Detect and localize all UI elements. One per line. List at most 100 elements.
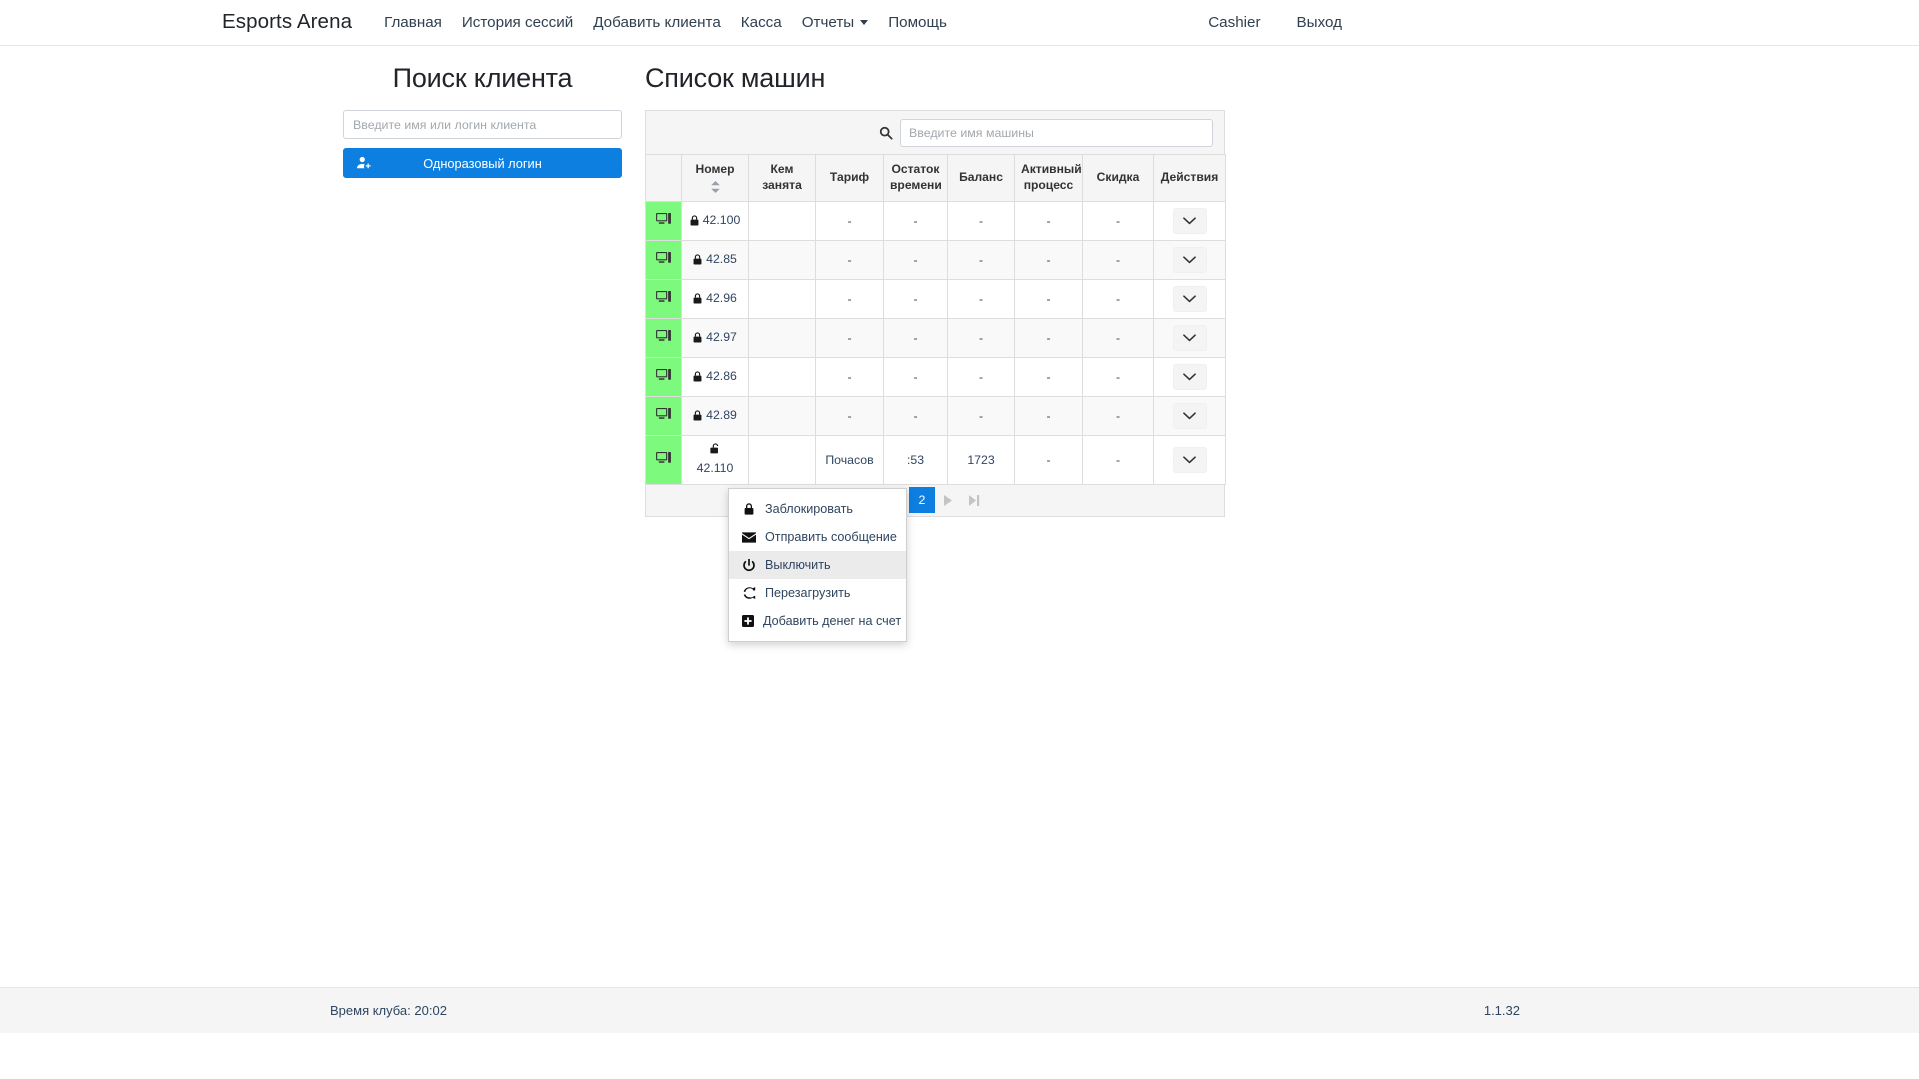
desktop-icon	[656, 454, 671, 468]
nav-links: Главная История сессий Добавить клиента …	[374, 15, 957, 30]
row-time-cell: -	[884, 201, 948, 240]
row-status-cell	[646, 357, 682, 396]
row-actions-cell	[1154, 435, 1226, 484]
row-actions-button[interactable]	[1173, 364, 1207, 390]
lock-closed-icon	[693, 254, 702, 265]
machine-search-input[interactable]	[900, 119, 1213, 147]
nav-link-session-history[interactable]: История сессий	[452, 15, 583, 30]
nav-logout-link[interactable]: Выход	[1287, 15, 1352, 30]
row-actions-button[interactable]	[1173, 286, 1207, 312]
nav-link-home[interactable]: Главная	[374, 15, 452, 30]
club-time-label: Время клуба: 20:02	[330, 1003, 447, 1018]
row-actions-button[interactable]	[1173, 403, 1207, 429]
nav-link-add-client[interactable]: Добавить клиента	[583, 15, 731, 30]
table-row[interactable]: 42.100 - - - - -	[646, 201, 1226, 240]
nav-link-help-label: Помощь	[888, 14, 947, 31]
nav-link-reports[interactable]: Отчеты	[792, 15, 879, 30]
col-number-label: Номер	[695, 162, 734, 176]
row-actions-button[interactable]	[1173, 208, 1207, 234]
lock-closed-icon	[690, 215, 699, 226]
row-number-label: 42.110	[688, 460, 742, 478]
row-balance-cell: 1723	[948, 435, 1015, 484]
table-row[interactable]: 42.110 Почасов :53 1723 - -	[646, 435, 1226, 484]
context-menu-item-shutdown-label: Выключить	[765, 558, 831, 572]
row-actions-cell	[1154, 318, 1226, 357]
row-process-cell: -	[1015, 357, 1083, 396]
col-number[interactable]: Номер	[682, 155, 749, 202]
brand-logo[interactable]: Esports Arena	[222, 12, 352, 33]
row-number-label: 42.86	[706, 369, 737, 383]
machine-list-panel: Список машин Номер	[645, 63, 1225, 517]
top-navbar: Esports Arena Главная История сессий Доб…	[0, 0, 1919, 46]
row-number-cell: 42.97	[682, 318, 749, 357]
context-menu-item-send-message[interactable]: Отправить сообщение	[729, 523, 906, 551]
row-status-cell	[646, 201, 682, 240]
nav-link-session-history-label: История сессий	[462, 14, 573, 31]
row-process-cell: -	[1015, 279, 1083, 318]
row-actions-button[interactable]	[1173, 447, 1207, 473]
col-who: Кем занята	[749, 155, 816, 202]
pagination-page-2[interactable]: 2	[909, 487, 935, 513]
context-menu-item-reboot[interactable]: Перезагрузить	[729, 579, 906, 607]
nav-link-home-label: Главная	[384, 14, 442, 31]
search-icon[interactable]	[879, 126, 893, 140]
table-row[interactable]: 42.96 - - - - -	[646, 279, 1226, 318]
client-search-input[interactable]	[343, 110, 622, 139]
row-actions-cell	[1154, 357, 1226, 396]
one-time-login-button[interactable]: Одноразовый логин	[343, 148, 622, 178]
row-time-cell: :53	[884, 435, 948, 484]
lock-closed-icon	[742, 503, 756, 515]
desktop-icon	[656, 332, 671, 346]
refresh-icon	[742, 587, 756, 599]
pagination-next-button[interactable]	[935, 487, 961, 513]
nav-link-cashbox[interactable]: Касса	[731, 15, 792, 30]
row-process-cell: -	[1015, 240, 1083, 279]
context-menu-item-block[interactable]: Заблокировать	[729, 495, 906, 523]
row-discount-cell: -	[1083, 318, 1154, 357]
row-number-label: 42.100	[703, 213, 741, 227]
machine-list-title: Список машин	[645, 63, 1225, 94]
table-row[interactable]: 42.85 - - - - -	[646, 240, 1226, 279]
row-actions-button[interactable]	[1173, 247, 1207, 273]
row-status-cell	[646, 435, 682, 484]
context-menu-item-add-money[interactable]: Добавить денег на счет	[729, 607, 906, 635]
context-menu-item-shutdown[interactable]: Выключить	[729, 551, 906, 579]
chevron-down-icon	[1183, 412, 1196, 420]
row-tarif-cell: Почасов	[816, 435, 884, 484]
nav-link-add-client-label: Добавить клиента	[593, 14, 721, 31]
row-discount-cell: -	[1083, 279, 1154, 318]
row-process-cell: -	[1015, 201, 1083, 240]
col-actions: Действия	[1154, 155, 1226, 202]
row-who-cell	[749, 240, 816, 279]
lock-closed-icon	[693, 371, 702, 382]
machines-table-body: 42.100 - - - - -	[646, 201, 1226, 484]
nav-link-help[interactable]: Помощь	[878, 15, 957, 30]
row-discount-cell: -	[1083, 357, 1154, 396]
row-balance-cell: -	[948, 357, 1015, 396]
row-actions-cell	[1154, 240, 1226, 279]
table-row[interactable]: 42.97 - - - - -	[646, 318, 1226, 357]
row-tarif-cell: -	[816, 240, 884, 279]
table-row[interactable]: 42.89 - - - - -	[646, 396, 1226, 435]
row-number-label: 42.96	[706, 291, 737, 305]
lock-closed-icon	[693, 332, 702, 343]
nav-right-group: Cashier Выход	[1198, 15, 1897, 30]
pagination-last-button[interactable]	[961, 487, 987, 513]
desktop-icon	[656, 410, 671, 424]
row-status-cell	[646, 396, 682, 435]
one-time-login-label: Одноразовый логин	[423, 156, 542, 171]
table-row[interactable]: 42.86 - - - - -	[646, 357, 1226, 396]
col-status	[646, 155, 682, 202]
chevron-down-icon	[1183, 334, 1196, 342]
chevron-down-icon	[860, 20, 868, 25]
row-actions-button[interactable]	[1173, 325, 1207, 351]
context-menu-item-send-message-label: Отправить сообщение	[765, 530, 897, 544]
nav-user-name[interactable]: Cashier	[1198, 15, 1270, 30]
row-balance-cell: -	[948, 318, 1015, 357]
row-actions-cell	[1154, 201, 1226, 240]
row-process-cell: -	[1015, 318, 1083, 357]
row-discount-cell: -	[1083, 396, 1154, 435]
col-discount: Скидка	[1083, 155, 1154, 202]
table-header-row: Номер Кем занята Тариф Остаток времени Б…	[646, 155, 1226, 202]
row-time-cell: -	[884, 240, 948, 279]
